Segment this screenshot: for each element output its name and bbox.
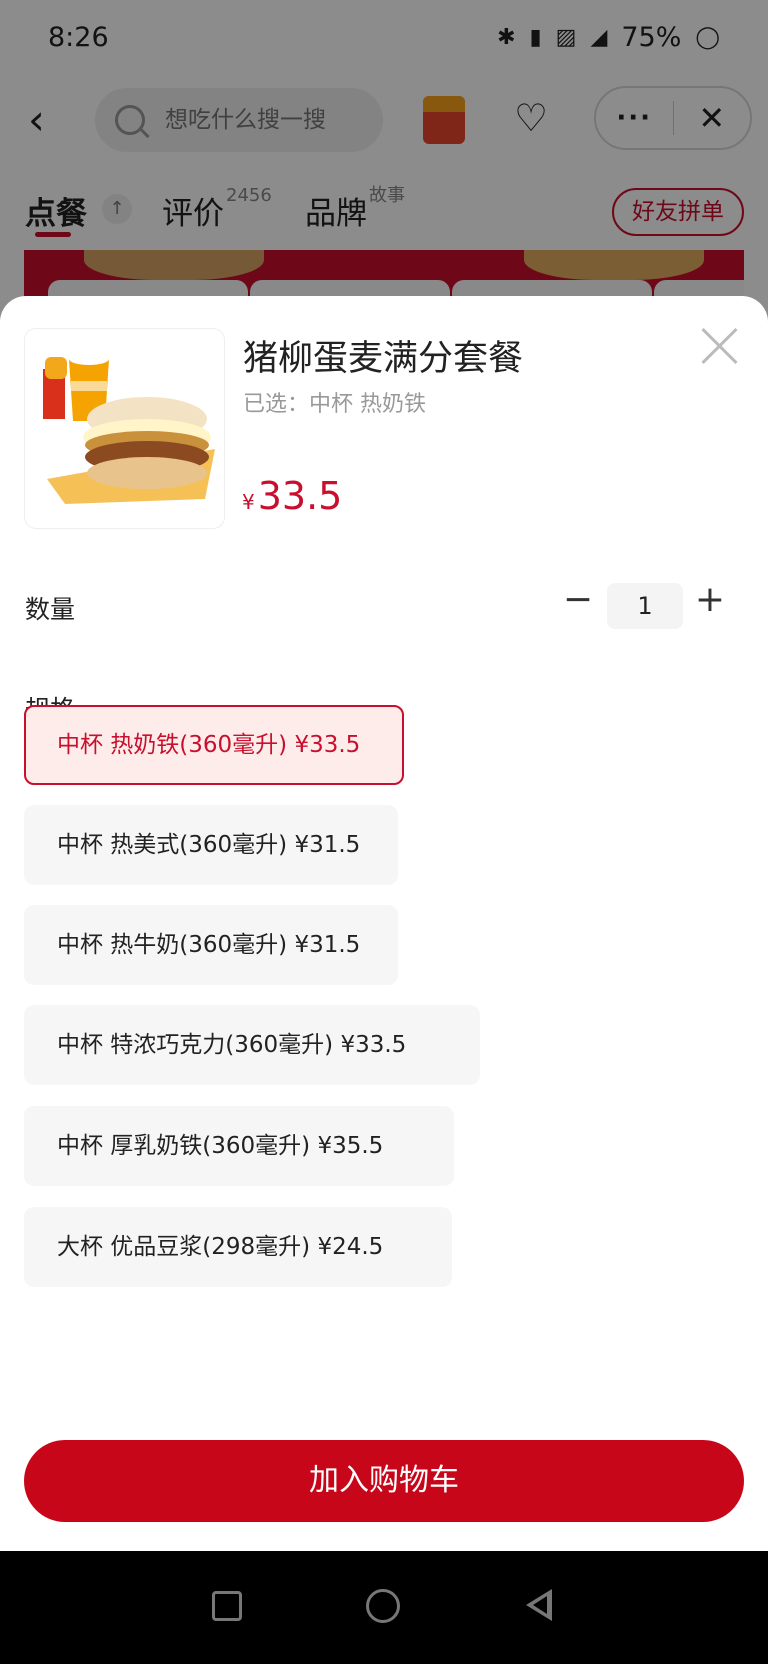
spec-option[interactable]: 中杯 热美式(360毫升) ¥31.5 [24, 805, 398, 885]
product-price: ¥33.5 [242, 474, 342, 518]
spec-option[interactable]: 中杯 热奶铁(360毫升) ¥33.5 [24, 705, 404, 785]
add-to-cart-button[interactable]: 加入购物车 [24, 1440, 744, 1522]
quantity-increase-button[interactable]: + [692, 576, 728, 624]
quantity-decrease-button[interactable]: − [560, 576, 596, 624]
system-nav-bar [0, 1551, 768, 1664]
price-value: 33.5 [257, 474, 343, 518]
quantity-value[interactable]: 1 [607, 583, 683, 629]
product-option-sheet: 猪柳蛋麦满分套餐 已选：中杯 热奶铁 ¥33.5 数量 − 1 + 规格 中杯 … [0, 296, 768, 1551]
home-icon[interactable] [366, 1589, 400, 1623]
modal-overlay[interactable] [0, 0, 768, 330]
meal-illustration [43, 353, 215, 504]
currency-symbol: ¥ [242, 490, 255, 514]
recent-apps-icon[interactable] [212, 1591, 242, 1621]
product-image [24, 328, 225, 529]
spec-option[interactable]: 大杯 优品豆浆(298毫升) ¥24.5 [24, 1207, 452, 1287]
quantity-label: 数量 [25, 595, 76, 624]
spec-option[interactable]: 中杯 特浓巧克力(360毫升) ¥33.5 [24, 1005, 480, 1085]
product-title: 猪柳蛋麦满分套餐 [243, 339, 524, 379]
back-triangle-icon[interactable] [526, 1589, 552, 1621]
spec-option[interactable]: 中杯 厚乳奶铁(360毫升) ¥35.5 [24, 1106, 454, 1186]
spec-option[interactable]: 中杯 热牛奶(360毫升) ¥31.5 [24, 905, 398, 985]
selected-spec-summary: 已选：中杯 热奶铁 [243, 392, 426, 417]
close-sheet-button[interactable] [698, 324, 742, 368]
